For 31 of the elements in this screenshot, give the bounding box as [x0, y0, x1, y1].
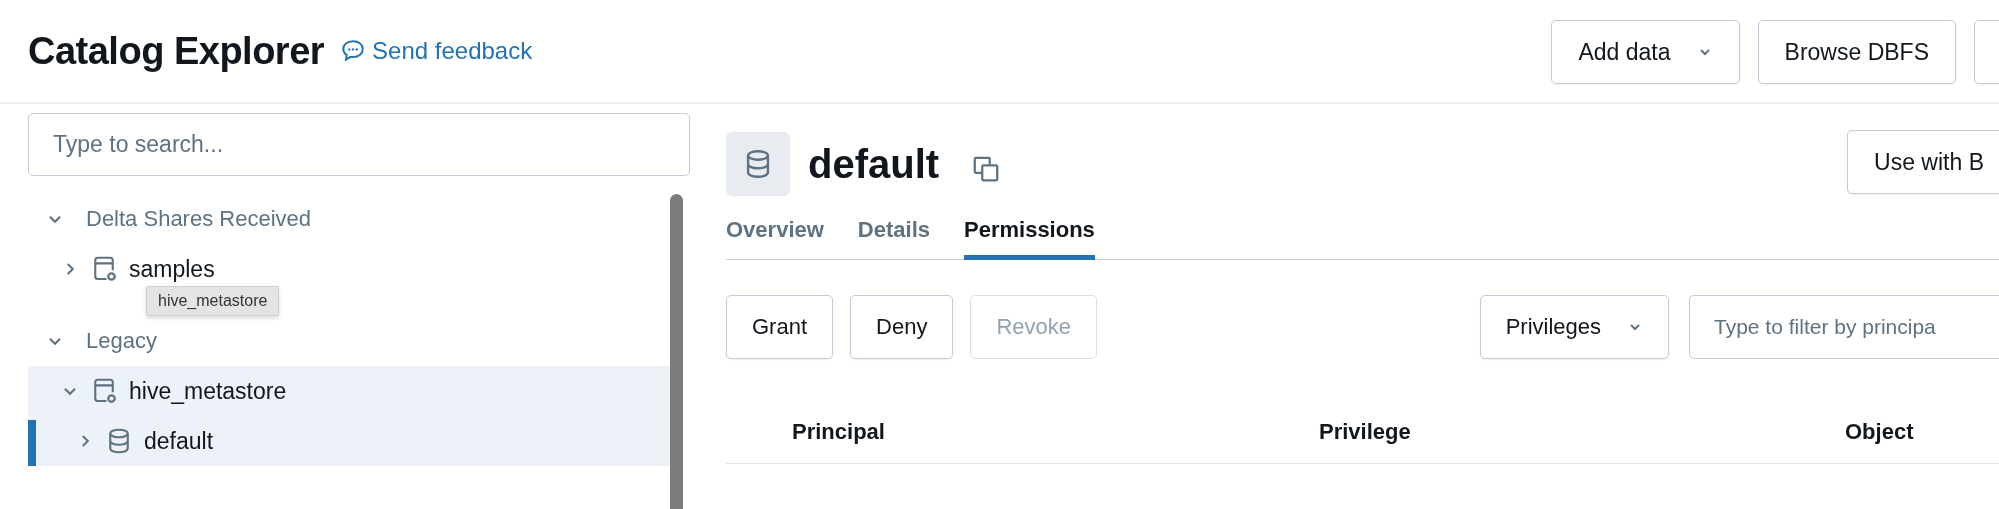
page-title: Catalog Explorer — [28, 29, 325, 73]
schema-title: default — [808, 141, 940, 187]
tree-label: Delta Shares Received — [86, 206, 311, 232]
tab[interactable]: Overview — [726, 211, 824, 260]
tree-label: hive_metastore — [129, 377, 287, 405]
scrollbar[interactable] — [670, 194, 683, 509]
tree-label: samples — [129, 255, 215, 283]
tree-label: Legacy — [86, 328, 157, 354]
chat-bubble-icon — [340, 38, 367, 64]
selection-bar — [28, 420, 36, 466]
privileges-dropdown[interactable]: Privileges — [1479, 294, 1669, 359]
send-feedback-link[interactable]: Send feedback — [340, 37, 533, 65]
tree-label: default — [144, 427, 214, 455]
column-header: Principal — [792, 418, 886, 445]
tab[interactable]: Details — [857, 211, 930, 260]
column-header: Object — [1845, 418, 1914, 445]
filter-field[interactable]: Type to filter by principa — [1689, 294, 1999, 359]
use-with-button[interactable]: Use with B — [1847, 130, 1999, 194]
tooltip: hive_metastore — [146, 286, 280, 316]
tree-item[interactable]: hive_metastore — [28, 366, 673, 416]
add-data-dropdown[interactable]: Add data — [1551, 20, 1740, 84]
database-icon — [726, 132, 790, 196]
column-header: Privilege — [1319, 418, 1412, 445]
permission-button[interactable]: Grant — [726, 294, 834, 359]
permission-button[interactable]: Deny — [850, 294, 954, 359]
browse-button[interactable]: Browse DBFS — [1757, 20, 1956, 84]
tree-section[interactable]: Delta Shares Received — [28, 194, 673, 244]
search-field[interactable]: Type to search... — [28, 113, 690, 176]
tree-section[interactable]: Legacy — [28, 316, 673, 366]
tab[interactable]: Permissions — [964, 211, 1095, 260]
tree-item[interactable]: default — [28, 416, 673, 466]
